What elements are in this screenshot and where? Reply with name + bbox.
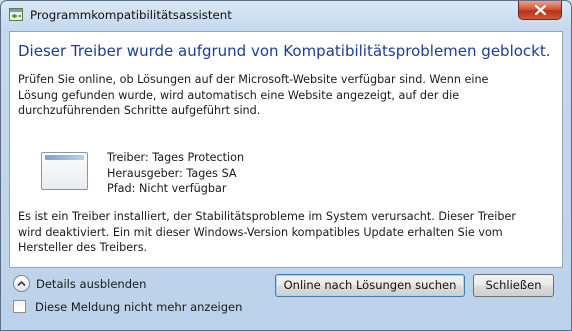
driver-publisher: Herausgeber: Tages SA — [107, 166, 237, 180]
search-online-button[interactable]: Online nach Lösungen suchen — [275, 274, 465, 297]
close-button[interactable]: Schließen — [473, 274, 554, 297]
driver-path: Pfad: Nicht verfügbar — [107, 182, 227, 195]
driver-window-icon — [41, 152, 88, 190]
dont-show-label[interactable]: Diese Meldung nicht mehr anzeigen — [35, 300, 242, 314]
dont-show-checkbox[interactable] — [13, 300, 26, 313]
description-text: Prüfen Sie online, ob Lösungen auf der M… — [18, 73, 489, 117]
close-window-button[interactable] — [518, 1, 562, 20]
dialog-footer: Details ausblenden Diese Meldung nicht m… — [1, 268, 571, 330]
dialog-window: Programmkompatibilitätsassistent Dieser … — [0, 0, 572, 331]
page-title: Dieser Treiber wurde aufgrund von Kompat… — [18, 42, 551, 60]
stability-note: Es ist ein Treiber installiert, der Stab… — [18, 210, 516, 254]
driver-name: Treiber: Tages Protection — [107, 151, 245, 164]
window-title: Programmkompatibilitätsassistent — [30, 8, 232, 22]
driver-icon-titlebar — [45, 155, 84, 160]
details-toggle-label[interactable]: Details ausblenden — [36, 277, 146, 291]
compatibility-icon — [9, 8, 23, 21]
title-bar[interactable]: Programmkompatibilitätsassistent — [1, 1, 571, 31]
chevron-up-icon[interactable] — [13, 275, 30, 292]
message-panel: Dieser Treiber wurde aufgrund von Kompat… — [9, 31, 563, 268]
driver-details: Treiber: Tages Protection Herausgeber: T… — [107, 150, 244, 197]
